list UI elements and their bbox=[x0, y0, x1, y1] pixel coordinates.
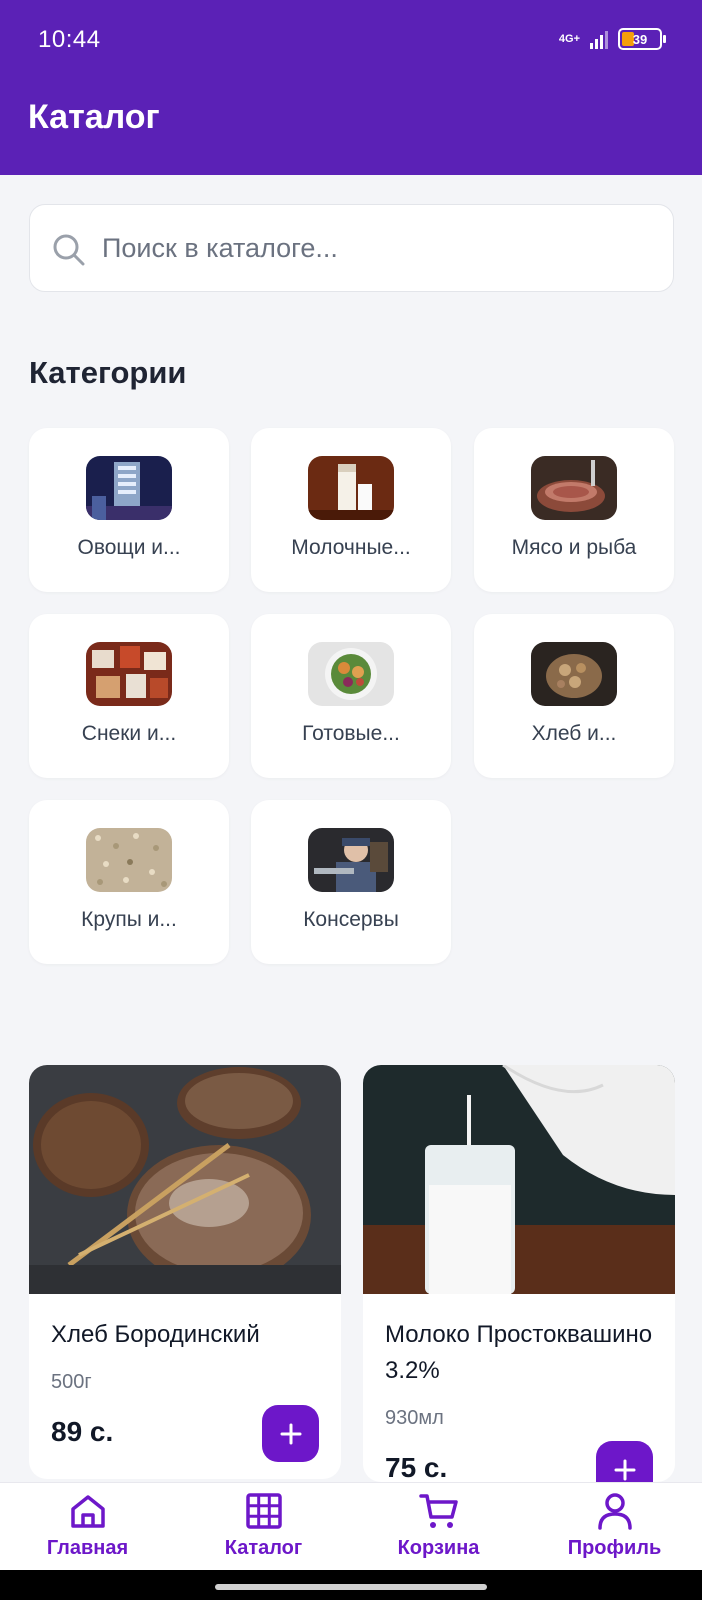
category-image bbox=[531, 456, 617, 520]
battery-level: 39 bbox=[632, 31, 648, 47]
product-card[interactable]: Хлеб Бородинский 500г 89 с. bbox=[29, 1065, 341, 1479]
product-name: Хлеб Бородинский bbox=[51, 1321, 260, 1348]
category-label: Овощи и... bbox=[77, 536, 181, 559]
home-gesture-handle[interactable] bbox=[215, 1584, 487, 1590]
signal-icon bbox=[590, 29, 608, 49]
status-time: 10:44 bbox=[38, 26, 101, 53]
user-icon bbox=[598, 1493, 632, 1530]
search-icon bbox=[53, 234, 85, 266]
status-icons: 4G+ 39 bbox=[558, 28, 666, 50]
category-ready-meals[interactable]: Готовые... bbox=[251, 614, 451, 778]
category-snacks[interactable]: Снеки и... bbox=[29, 614, 229, 778]
category-image bbox=[308, 828, 394, 892]
category-image bbox=[86, 828, 172, 892]
product-image bbox=[363, 1065, 675, 1294]
category-image bbox=[86, 642, 172, 706]
nav-label: Корзина bbox=[397, 1537, 480, 1559]
category-grains[interactable]: Крупы и... bbox=[29, 800, 229, 964]
category-bread[interactable]: Хлеб и... bbox=[474, 614, 674, 778]
nav-label: Профиль bbox=[567, 1537, 662, 1559]
category-canned[interactable]: Консервы bbox=[251, 800, 451, 964]
product-unit: 930мл bbox=[385, 1407, 444, 1429]
nav-label: Главная bbox=[46, 1537, 129, 1559]
page-title: Каталог bbox=[28, 98, 160, 136]
product-name: Молоко Простоквашино 3.2% bbox=[385, 1321, 653, 1384]
product-card[interactable]: Молоко Простоквашино 3.2% 930мл 75 с. bbox=[363, 1065, 675, 1482]
category-label: Снеки и... bbox=[81, 722, 177, 745]
product-unit: 500г bbox=[51, 1371, 92, 1393]
nav-label: Каталог bbox=[224, 1537, 303, 1559]
product-price: 75 с. bbox=[385, 1452, 448, 1482]
battery-icon: 39 bbox=[618, 28, 666, 50]
home-icon bbox=[71, 1495, 105, 1528]
plus-icon bbox=[614, 1459, 635, 1480]
category-label: Консервы bbox=[303, 908, 399, 931]
category-dairy[interactable]: Молочные... bbox=[251, 428, 451, 592]
product-image bbox=[29, 1065, 341, 1294]
category-image bbox=[531, 642, 617, 706]
nav-profile[interactable]: Профиль bbox=[527, 1483, 702, 1571]
add-to-cart-button[interactable] bbox=[596, 1441, 653, 1482]
grid-icon bbox=[246, 1493, 282, 1529]
network-indicator: 4G+ bbox=[558, 32, 580, 45]
category-image bbox=[86, 456, 172, 520]
app-header: 10:44 4G+ 39 Каталог bbox=[0, 0, 702, 175]
category-label: Крупы и... bbox=[81, 908, 177, 931]
bottom-navigation: Главная Каталог Корзина Профиль bbox=[0, 1482, 702, 1570]
category-vegetables[interactable]: Овощи и... bbox=[29, 428, 229, 592]
search-input[interactable] bbox=[102, 205, 652, 291]
product-price: 89 с. bbox=[51, 1416, 114, 1447]
plus-icon bbox=[280, 1423, 301, 1444]
categories-title: Категории bbox=[29, 355, 187, 390]
category-meat-fish[interactable]: Мясо и рыба bbox=[474, 428, 674, 592]
cart-icon bbox=[419, 1494, 458, 1528]
add-to-cart-button[interactable] bbox=[262, 1405, 319, 1462]
category-label: Готовые... bbox=[302, 722, 400, 745]
nav-home[interactable]: Главная bbox=[0, 1483, 175, 1571]
category-image bbox=[308, 642, 394, 706]
category-label: Молочные... bbox=[291, 536, 411, 559]
nav-cart[interactable]: Корзина bbox=[351, 1483, 526, 1571]
category-label: Хлеб и... bbox=[531, 722, 617, 745]
search-section bbox=[0, 175, 702, 323]
search-bar[interactable] bbox=[29, 204, 674, 292]
category-image bbox=[308, 456, 394, 520]
nav-catalog[interactable]: Каталог bbox=[176, 1483, 351, 1571]
category-label: Мясо и рыба bbox=[511, 536, 637, 559]
